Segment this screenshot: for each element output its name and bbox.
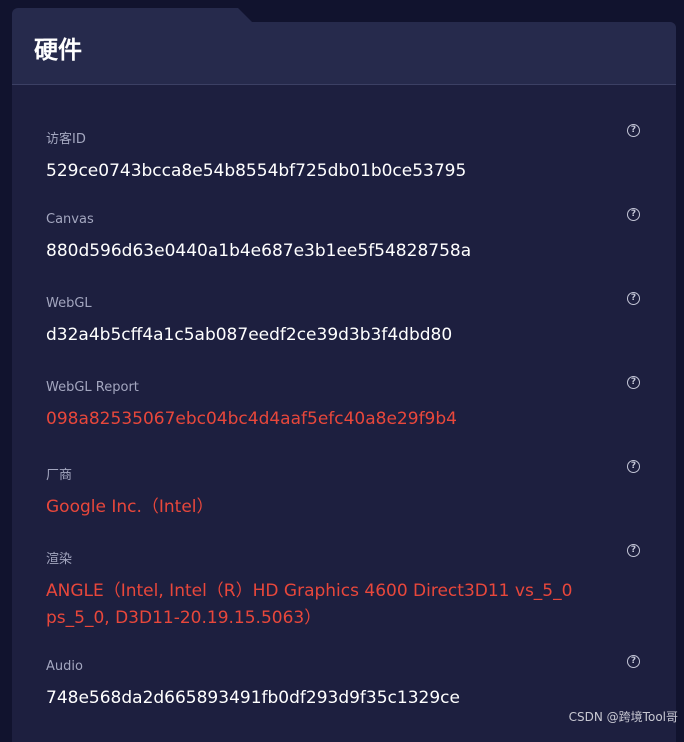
question-circle-icon[interactable]: ?	[627, 124, 640, 137]
field-value: 748e568da2d665893491fb0df293d9f35c1329ce	[46, 688, 460, 708]
watermark: CSDN @跨境Tool哥	[568, 710, 678, 724]
field-value: 529ce0743bcca8e54b8554bf725db01b0ce53795	[46, 161, 467, 181]
field-value: 880d596d63e0440a1b4e687e3b1ee5f54828758a	[46, 241, 472, 261]
question-circle-icon[interactable]: ?	[627, 292, 640, 305]
field-value: 098a82535067ebc04bc4d4aaf5efc40a8e29f9b4	[46, 409, 457, 429]
field-renderer: 渲染 ANGLE（Intel, Intel（R）HD Graphics 4600…	[46, 544, 646, 632]
field-webgl-report: WebGL Report 098a82535067ebc04bc4d4aaf5e…	[46, 376, 646, 433]
field-value: Google Inc.（Intel）	[46, 497, 214, 517]
field-label: WebGL	[46, 296, 92, 311]
question-circle-icon[interactable]: ?	[627, 376, 640, 389]
field-audio: Audio 748e568da2d665893491fb0df293d9f35c…	[46, 655, 646, 712]
field-label: Canvas	[46, 212, 94, 227]
field-canvas: Canvas 880d596d63e0440a1b4e687e3b1ee5f54…	[46, 208, 646, 265]
field-label: 渲染	[46, 552, 73, 567]
page-title: 硬件	[34, 36, 82, 64]
field-webgl: WebGL d32a4b5cff4a1c5ab087eedf2ce39d3b3f…	[46, 292, 646, 349]
field-vendor: 厂商 Google Inc.（Intel） ?	[46, 460, 646, 521]
field-value: ANGLE（Intel, Intel（R）HD Graphics 4600 Di…	[46, 581, 573, 628]
field-label: Audio	[46, 659, 83, 674]
field-label: 厂商	[46, 468, 73, 483]
field-visitor-id: 访客ID 529ce0743bcca8e54b8554bf725db01b0ce…	[46, 124, 646, 185]
field-label: 访客ID	[46, 132, 86, 147]
field-label: WebGL Report	[46, 380, 139, 395]
question-circle-icon[interactable]: ?	[627, 208, 640, 221]
field-value: d32a4b5cff4a1c5ab087eedf2ce39d3b3f4dbd80	[46, 325, 453, 345]
question-circle-icon[interactable]: ?	[627, 655, 640, 668]
question-circle-icon[interactable]: ?	[627, 544, 640, 557]
panel-header: 硬件	[12, 22, 676, 85]
question-circle-icon[interactable]: ?	[627, 460, 640, 473]
